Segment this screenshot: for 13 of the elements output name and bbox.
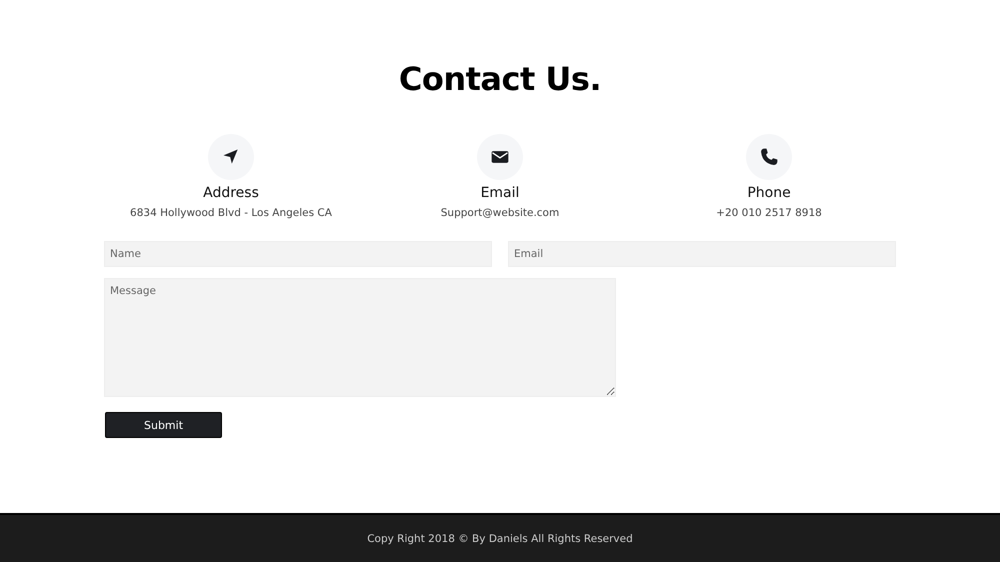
contact-label: Email	[480, 184, 520, 202]
contact-label: Phone	[747, 184, 791, 202]
contact-label: Address	[203, 184, 259, 202]
contact-value: +20 010 2517 8918	[716, 206, 822, 220]
page-title: Contact Us.	[398, 59, 602, 100]
email-field[interactable]: Email	[508, 241, 896, 267]
message-field[interactable]: Message	[104, 278, 616, 397]
submit-button[interactable]: Submit	[105, 412, 222, 438]
contact-value: Support@website.com	[440, 206, 560, 220]
phone-icon	[759, 147, 779, 167]
contact-value: 6834 Hollywood Blvd - Los Angeles CA	[130, 206, 332, 220]
name-field[interactable]: Name	[104, 241, 492, 267]
copyright-text: Copy Right 2018 © By Daniels All Rights Reserved	[367, 532, 633, 544]
